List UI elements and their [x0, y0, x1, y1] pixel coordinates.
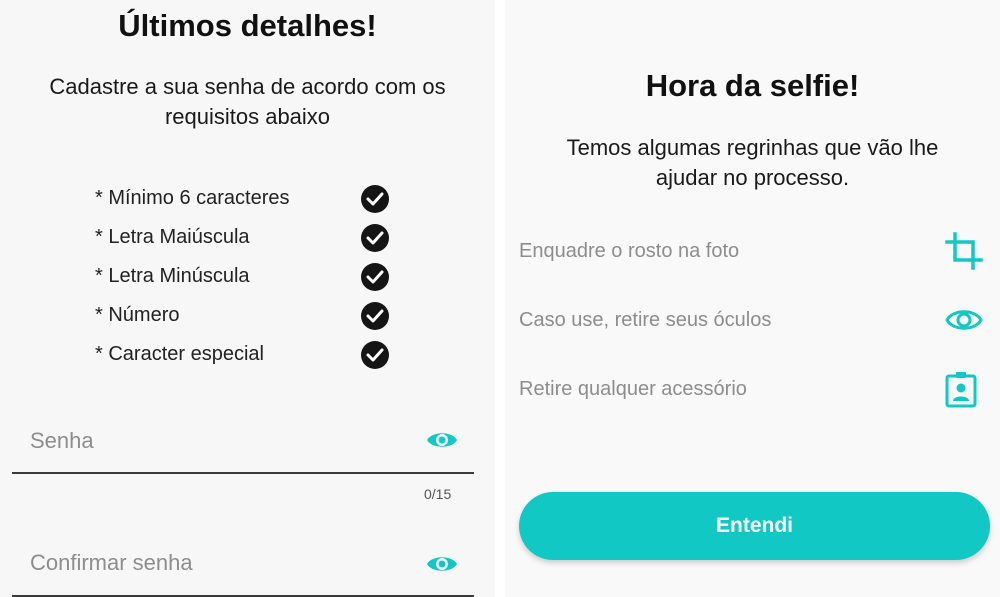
rule-text: Caso use, retire seus óculos: [519, 309, 772, 331]
password-screen: Últimos detalhes! Cadastre a sua senha d…: [0, 0, 495, 597]
requirement-item: * Caracter especial: [95, 340, 395, 370]
rule-text: Retire qualquer acessório: [519, 378, 747, 400]
rule-item: Caso use, retire seus óculos: [519, 299, 989, 343]
subtitle: Cadastre a sua senha de acordo com os re…: [0, 72, 495, 132]
confirm-password-field[interactable]: Confirmar senha: [12, 540, 474, 597]
page-title: Hora da selfie!: [645, 68, 860, 103]
check-circle-icon: [361, 185, 389, 213]
requirement-label: * Mínimo 6 caracteres: [95, 187, 290, 209]
requirement-label: * Número: [95, 304, 180, 326]
subtitle-line-1: Cadastre a sua senha de acordo com os: [49, 74, 446, 99]
password-underline: [12, 472, 474, 474]
requirement-item: * Mínimo 6 caracteres: [95, 184, 395, 214]
check-circle-icon: [361, 263, 389, 291]
panel-divider: [495, 0, 505, 597]
check-circle-icon: [361, 341, 389, 369]
rule-item: Retire qualquer acessório: [519, 368, 989, 412]
password-field[interactable]: Senha: [12, 420, 474, 476]
page-title: Últimos detalhes!: [118, 8, 377, 43]
requirement-item: * Letra Maiúscula: [95, 223, 395, 253]
requirement-item: * Letra Minúscula: [95, 262, 395, 292]
eye-icon: [945, 307, 983, 338]
subtitle-line-2: requisitos abaixo: [164, 104, 331, 129]
subtitle: Temos algumas regrinhas que vão lhe ajud…: [505, 133, 1000, 193]
id-badge-icon: [945, 370, 977, 413]
requirement-item: * Número: [95, 301, 395, 331]
check-circle-icon: [361, 302, 389, 330]
requirement-label: * Caracter especial: [95, 343, 264, 365]
understood-button[interactable]: Entendi: [519, 492, 990, 560]
check-circle-icon: [361, 224, 389, 252]
requirement-label: * Letra Minúscula: [95, 265, 250, 287]
eye-icon[interactable]: [426, 553, 458, 580]
requirement-label: * Letra Maiúscula: [95, 226, 250, 248]
subtitle-line-2: ajudar no processo.: [655, 165, 850, 190]
rule-text: Enquadre o rosto na foto: [519, 240, 740, 262]
selfie-screen: Hora da selfie! Temos algumas regrinhas …: [505, 0, 1000, 597]
rule-item: Enquadre o rosto na foto: [519, 230, 989, 274]
char-counter: 0/15: [424, 486, 452, 502]
password-placeholder: Senha: [30, 428, 94, 453]
crop-icon: [945, 232, 983, 275]
eye-icon[interactable]: [426, 429, 458, 456]
confirm-password-placeholder: Confirmar senha: [30, 550, 193, 575]
subtitle-line-1: Temos algumas regrinhas que vão lhe: [566, 135, 939, 160]
